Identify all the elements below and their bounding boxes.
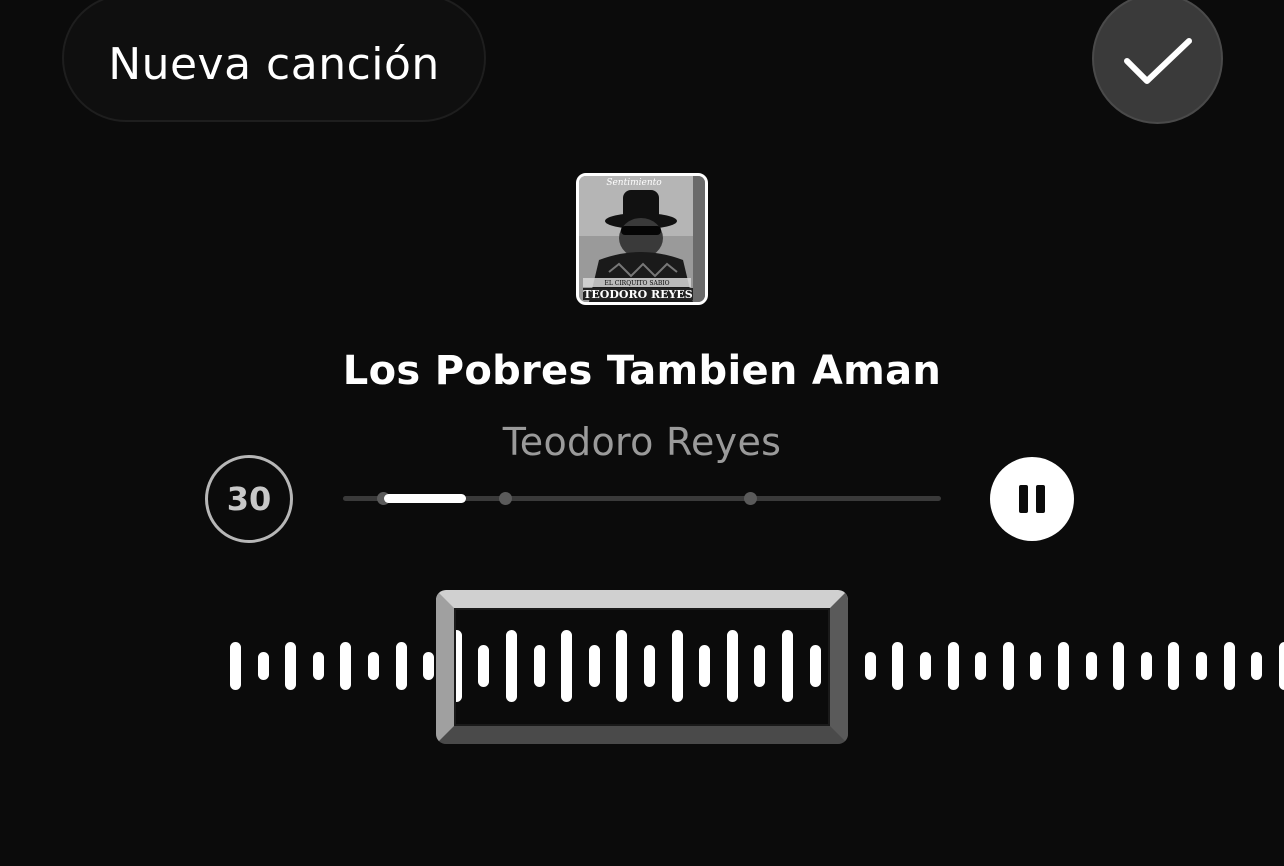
- progress-marker: [499, 492, 512, 505]
- song-title: Los Pobres Tambien Aman: [342, 348, 942, 394]
- waveform-bar: [1085, 652, 1097, 680]
- album-art: Sentimiento EL CIRQUITO SABIO TEODORO RE…: [576, 173, 708, 305]
- waveform-bar: [1196, 652, 1207, 680]
- selection-window[interactable]: [436, 590, 848, 744]
- waveform-bar: [368, 652, 379, 680]
- checkmark-icon: [1123, 37, 1193, 91]
- waveform-bar: [1030, 652, 1042, 680]
- waveform-bar: [1140, 652, 1152, 680]
- progress-fill: [384, 494, 466, 503]
- album-art-sub-text: EL CIRQUITO SABIO: [604, 280, 669, 287]
- waveform-bar: [1002, 642, 1014, 690]
- artist-name: Teodoro Reyes: [502, 420, 782, 464]
- waveform-bar: [1251, 652, 1263, 680]
- waveform-bar: [947, 642, 959, 690]
- duration-badge[interactable]: 30: [205, 455, 293, 543]
- waveform-bar: [864, 652, 876, 680]
- waveform-bar: [423, 652, 435, 680]
- waveform-bar: [230, 642, 241, 690]
- new-song-button[interactable]: Nueva canción: [62, 0, 486, 122]
- done-button[interactable]: [1092, 0, 1223, 124]
- waveform-bar: [1223, 642, 1235, 690]
- waveform-bar: [1168, 642, 1180, 690]
- waveform-bar: [1113, 642, 1125, 690]
- progress-marker: [744, 492, 757, 505]
- waveform-bar: [340, 642, 352, 690]
- waveform-bar: [892, 642, 904, 690]
- waveform-bar: [1058, 642, 1069, 690]
- album-art-top-text: Sentimiento: [606, 178, 662, 188]
- waveform-bar: [1278, 642, 1284, 690]
- waveform-bar: [920, 652, 931, 680]
- waveform-bar: [975, 652, 987, 680]
- pause-icon-bar: [1036, 485, 1045, 513]
- waveform-bar: [312, 652, 324, 680]
- pause-icon: [1019, 485, 1028, 513]
- pause-button[interactable]: [990, 457, 1074, 541]
- waveform-bar: [285, 642, 297, 690]
- new-song-label: Nueva canción: [108, 38, 440, 90]
- waveform-bar: [257, 652, 269, 680]
- waveform-bar: [395, 642, 407, 690]
- album-art-bottom-text: TEODORO REYES: [583, 288, 693, 301]
